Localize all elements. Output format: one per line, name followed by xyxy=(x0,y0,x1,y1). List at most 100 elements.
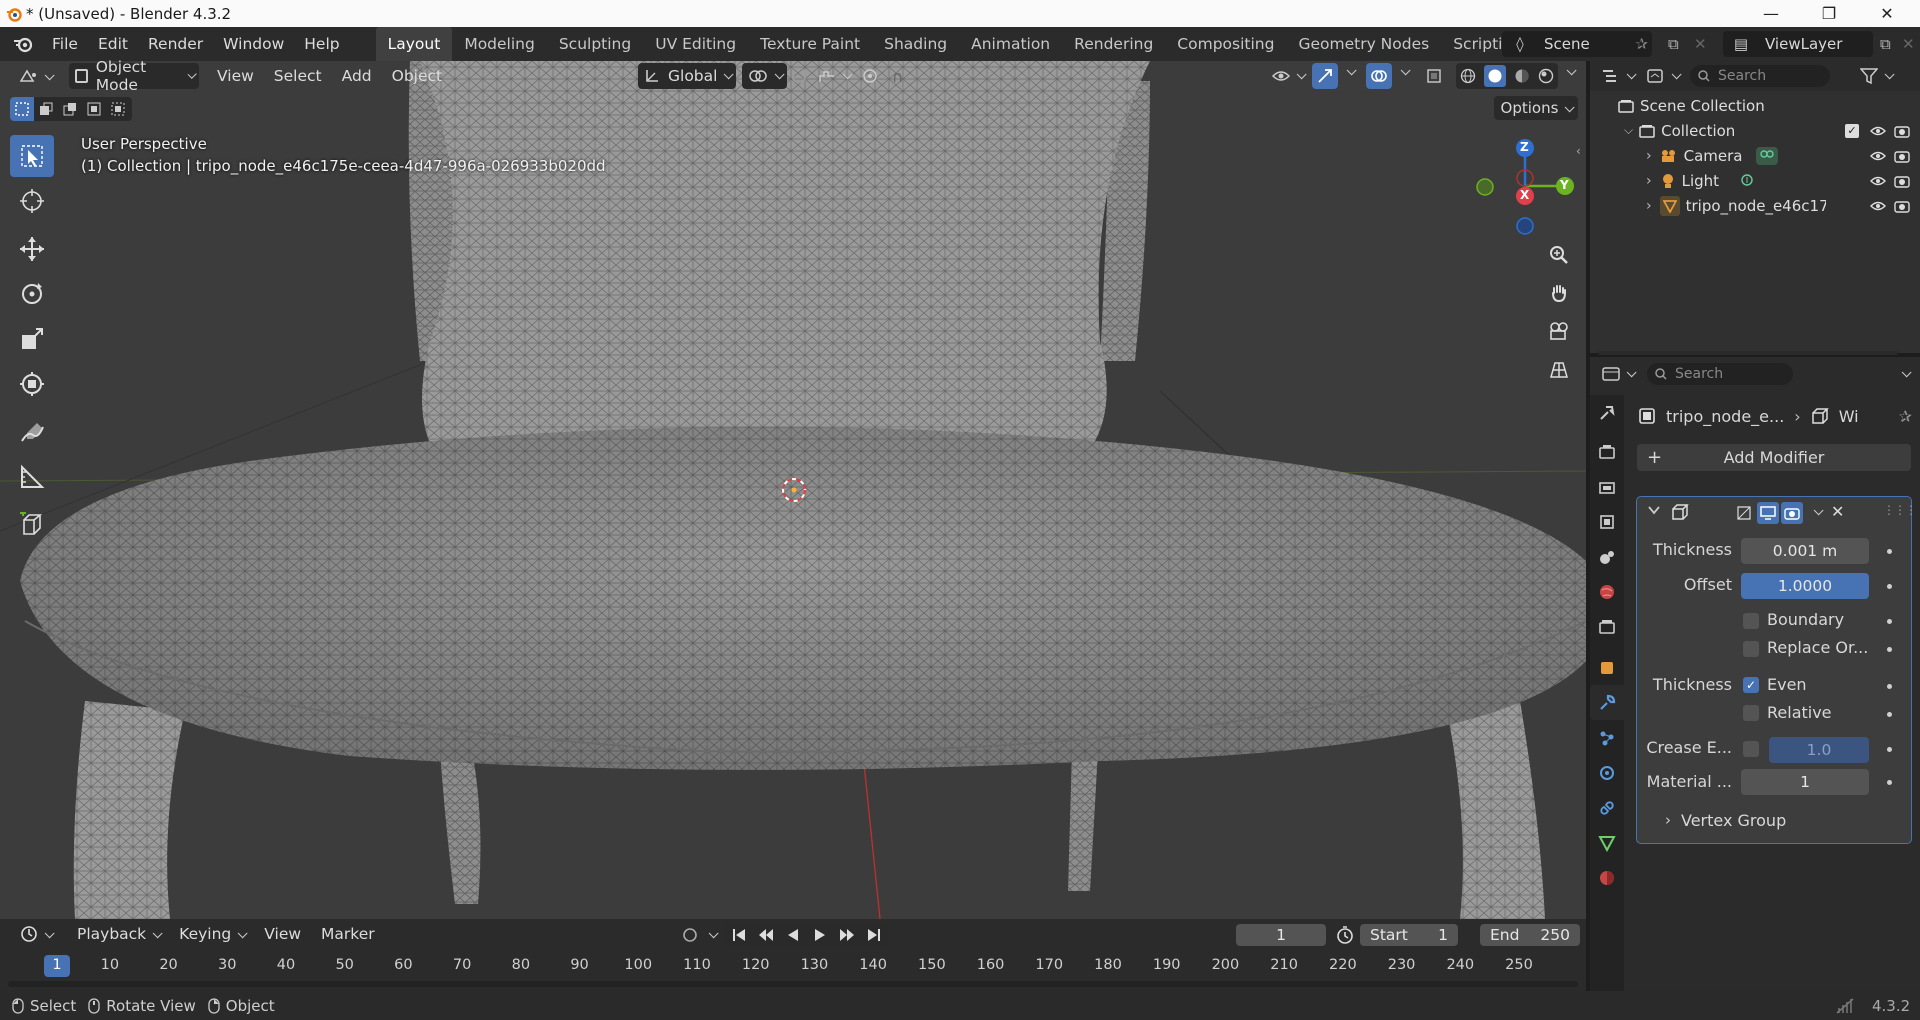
preview-range-icon[interactable] xyxy=(1336,926,1354,944)
expand-arrow-icon[interactable]: ⌵ xyxy=(1624,123,1633,138)
outliner-row-collection[interactable]: ⌵ Collection ✓ xyxy=(1590,118,1920,143)
material-offset-field[interactable]: 1 xyxy=(1741,769,1869,795)
menu-window[interactable]: Window xyxy=(213,27,294,61)
pin-icon[interactable]: ✰ xyxy=(1899,407,1912,426)
properties-search-input[interactable]: Search xyxy=(1647,363,1793,385)
keying-dropdown[interactable] xyxy=(702,932,715,939)
properties-editor-icon[interactable] xyxy=(1602,367,1620,381)
visibility-eye-icon[interactable] xyxy=(1870,150,1886,162)
offset-slider[interactable]: 1.0000 xyxy=(1741,573,1869,599)
current-frame-field[interactable]: 1 xyxy=(1236,924,1326,946)
render-camera-icon[interactable] xyxy=(1894,149,1910,163)
rendered-shading-icon[interactable] xyxy=(1538,68,1554,84)
visibility-eye-icon[interactable] xyxy=(1870,175,1886,187)
transform-orientation-selector[interactable]: Global xyxy=(638,63,737,89)
material-tab-icon[interactable] xyxy=(1590,860,1624,895)
replace-original-checkbox[interactable] xyxy=(1743,641,1759,657)
options-button[interactable]: Options xyxy=(1494,96,1578,120)
timeline-editor-type-button[interactable] xyxy=(14,921,57,947)
jump-start-icon[interactable] xyxy=(725,928,752,942)
tab-shading[interactable]: Shading xyxy=(872,27,959,61)
modifier-tab-icon[interactable] xyxy=(1590,685,1624,720)
relative-checkbox[interactable] xyxy=(1743,705,1759,721)
timeline-menu-playback[interactable]: Playback xyxy=(67,919,169,949)
overlay-dropdown-icon[interactable] xyxy=(1394,69,1407,76)
sidebar-toggle-icon[interactable]: ‹ xyxy=(1576,144,1581,158)
view-layer-selector[interactable]: ▤ ViewLayer xyxy=(1723,31,1873,57)
outliner-row-light[interactable]: › Light xyxy=(1590,168,1920,193)
new-view-layer-icon[interactable]: ⧉ xyxy=(1880,35,1891,53)
viewport-toggle-icon[interactable] xyxy=(1757,502,1779,524)
blender-menu-icon[interactable] xyxy=(12,35,34,53)
tab-animation[interactable]: Animation xyxy=(959,27,1062,61)
outliner-editor-dropdown[interactable] xyxy=(1620,73,1633,80)
cursor-tool[interactable] xyxy=(10,180,54,222)
viewport-menu-select[interactable]: Select xyxy=(264,61,332,91)
maximize-button[interactable]: ❐ xyxy=(1806,0,1852,27)
tool-tab-icon[interactable] xyxy=(1590,395,1624,430)
tab-texture-paint[interactable]: Texture Paint xyxy=(748,27,872,61)
3d-viewport[interactable] xyxy=(0,61,1586,919)
menu-render[interactable]: Render xyxy=(138,27,213,61)
add-cube-tool[interactable] xyxy=(10,504,54,546)
scene-tab-icon[interactable] xyxy=(1590,539,1624,574)
animate-property-icon[interactable] xyxy=(1887,780,1892,785)
animate-property-icon[interactable] xyxy=(1887,549,1892,554)
shading-dropdown-icon[interactable] xyxy=(1560,69,1573,76)
physics-tab-icon[interactable] xyxy=(1590,755,1624,790)
filter-dropdown[interactable] xyxy=(1878,73,1891,80)
collapse-arrow-icon[interactable] xyxy=(1647,503,1661,517)
play-reverse-icon[interactable] xyxy=(779,928,806,942)
ortho-toggle-icon[interactable] xyxy=(1542,352,1576,386)
next-keyframe-icon[interactable] xyxy=(833,928,860,942)
menu-help[interactable]: Help xyxy=(294,27,349,61)
end-frame-field[interactable]: End 250 xyxy=(1480,924,1580,946)
tab-uv-editing[interactable]: UV Editing xyxy=(643,27,748,61)
pin-icon[interactable]: ✰ xyxy=(1635,35,1648,53)
timeline-menu-keying[interactable]: Keying xyxy=(169,919,254,949)
drag-handle-icon[interactable]: ⋮⋮⋮ xyxy=(1883,503,1917,517)
snap-icon[interactable] xyxy=(790,68,808,84)
modifier-menu-dropdown[interactable] xyxy=(1807,502,1820,520)
render-toggle-icon[interactable] xyxy=(1781,502,1803,524)
display-mode-dropdown[interactable] xyxy=(1665,73,1678,80)
select-subtract-icon[interactable] xyxy=(58,97,82,121)
expand-arrow-icon[interactable]: › xyxy=(1646,173,1652,189)
snap-target-selector[interactable] xyxy=(812,63,855,89)
properties-options-dropdown[interactable] xyxy=(1895,371,1908,378)
tab-modeling[interactable]: Modeling xyxy=(452,27,547,61)
vertex-group-subpanel[interactable]: › Vertex Group xyxy=(1637,805,1911,835)
auto-keying-icon[interactable] xyxy=(680,927,700,943)
select-invert-icon[interactable] xyxy=(82,97,106,121)
gizmo-toggle-button[interactable] xyxy=(1312,63,1338,89)
wireframe-shading-icon[interactable] xyxy=(1460,68,1476,84)
timeline-menu-view[interactable]: View xyxy=(254,919,311,949)
animate-property-icon[interactable] xyxy=(1887,747,1892,752)
prev-keyframe-icon[interactable] xyxy=(752,928,779,942)
menu-edit[interactable]: Edit xyxy=(88,27,138,61)
timeline-menu-marker[interactable]: Marker xyxy=(311,919,385,949)
filter-icon[interactable] xyxy=(1860,68,1878,84)
render-tab-icon[interactable] xyxy=(1590,434,1624,469)
camera-view-icon[interactable] xyxy=(1542,314,1576,348)
outliner-row-camera[interactable]: › Camera xyxy=(1590,143,1920,168)
delete-scene-icon[interactable]: ✕ xyxy=(1694,35,1707,53)
scale-tool[interactable] xyxy=(10,318,54,360)
new-scene-icon[interactable]: ⧉ xyxy=(1668,35,1679,53)
display-mode-icon[interactable] xyxy=(1647,69,1665,83)
move-tool[interactable] xyxy=(10,228,54,270)
expand-arrow-icon[interactable]: › xyxy=(1646,148,1652,164)
outliner-search-input[interactable]: Search xyxy=(1690,65,1830,87)
animate-property-icon[interactable] xyxy=(1887,584,1892,589)
tab-compositing[interactable]: Compositing xyxy=(1165,27,1286,61)
pivot-point-selector[interactable] xyxy=(742,63,787,89)
particles-tab-icon[interactable] xyxy=(1590,720,1624,755)
render-camera-icon[interactable] xyxy=(1894,199,1910,213)
proportional-editing-icon[interactable] xyxy=(862,68,878,84)
add-modifier-button[interactable]: + Add Modifier xyxy=(1637,444,1911,471)
transform-tool[interactable] xyxy=(10,363,54,405)
animate-property-icon[interactable] xyxy=(1887,647,1892,652)
proportional-falloff-icon[interactable]: ∩ xyxy=(892,68,903,86)
outliner-row-scene-collection[interactable]: Scene Collection xyxy=(1590,93,1920,118)
crease-field[interactable]: 1.0 xyxy=(1769,737,1869,763)
